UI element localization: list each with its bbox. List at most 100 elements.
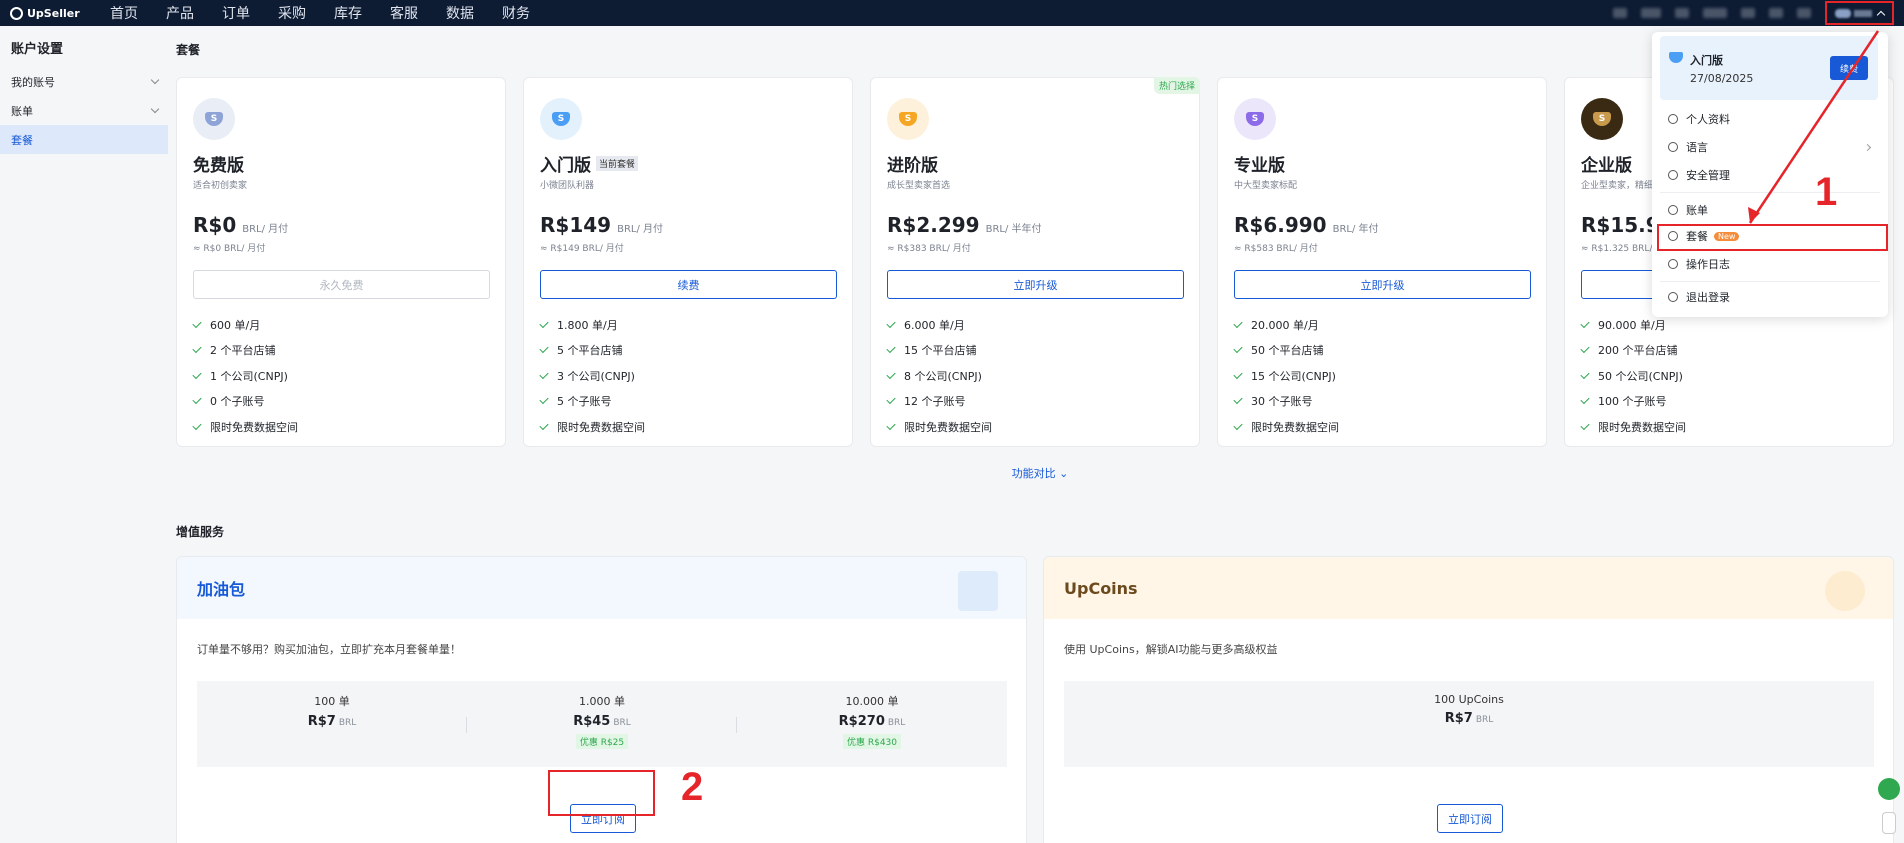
check-icon xyxy=(539,420,549,430)
tool-icon[interactable] xyxy=(1641,8,1661,18)
nav-item-home[interactable]: 首页 xyxy=(110,3,138,23)
feature-text: 90.000 单/月 xyxy=(1598,318,1666,332)
upcoins-subscribe-button[interactable]: 立即订阅 xyxy=(1437,804,1503,833)
nav-item-customer-service[interactable]: 客服 xyxy=(390,3,418,23)
nav-item-orders[interactable]: 订单 xyxy=(222,3,250,23)
feature-item: 20.000 单/月 xyxy=(1233,312,1339,338)
annotation-number-2: 2 xyxy=(681,765,704,809)
plan-price: R$2.299 BRL/ 半年付 xyxy=(887,213,1042,237)
diamond-icon xyxy=(1669,52,1683,63)
user-name-blurred xyxy=(1854,9,1872,17)
menu-divider xyxy=(1660,281,1880,282)
feature-text: 8 个公司(CNPJ) xyxy=(904,369,982,383)
tool-icon[interactable] xyxy=(1703,8,1727,18)
sidebar-item-plans[interactable]: 套餐 xyxy=(0,125,168,154)
check-icon xyxy=(539,369,549,379)
feature-text: 20.000 单/月 xyxy=(1251,318,1319,332)
check-icon xyxy=(1233,420,1243,430)
feature-compare-link[interactable]: 功能对比 ⌄ xyxy=(176,465,1904,481)
nav-item-finance[interactable]: 财务 xyxy=(502,3,530,23)
upgrade-button[interactable]: 立即升级 xyxy=(887,270,1184,299)
user-menu-button[interactable] xyxy=(1825,1,1894,25)
fuel-pack-options: 100 单 R$7 BRL 1.000 单 R$45 BRL 优惠 R$25 10.… xyxy=(197,681,1007,767)
renew-button[interactable]: 续费 xyxy=(540,270,837,299)
plan-approx-price: ≈ R$149 BRL/ 月付 xyxy=(540,244,624,254)
menu-item-label: 语言 xyxy=(1686,141,1708,154)
tool-icon[interactable] xyxy=(1613,8,1627,18)
tool-icon[interactable] xyxy=(1797,8,1811,18)
logout-icon xyxy=(1668,292,1678,302)
rocket-icon xyxy=(1825,571,1865,611)
top-navbar: UpSeller 首页 产品 订单 采购 库存 客服 数据 财务 xyxy=(0,0,1904,26)
feature-item: 0 个子账号 xyxy=(192,389,298,415)
sidebar-item-label: 套餐 xyxy=(11,133,33,147)
discount-badge: 优惠 R$430 xyxy=(842,734,902,749)
sidebar-title: 账户设置 xyxy=(11,42,64,57)
price-unit: BRL/ 月付 xyxy=(617,224,664,235)
feature-list: 600 单/月 2 个平台店铺 1 个公司(CNPJ) 0 个子账号 限时免费数… xyxy=(192,312,298,440)
check-icon xyxy=(192,344,202,354)
sidebar-item-label: 我的账号 xyxy=(11,75,55,89)
sidebar: 账户设置 我的账号 账单 套餐 xyxy=(0,26,168,843)
main-nav: 首页 产品 订单 采购 库存 客服 数据 财务 xyxy=(110,3,558,23)
search-float-icon[interactable] xyxy=(1878,778,1900,800)
plan-name: 进阶版 xyxy=(887,151,938,176)
menu-item-logout[interactable]: 退出登录 xyxy=(1660,284,1880,310)
feature-item: 3 个公司(CNPJ) xyxy=(539,363,645,389)
feature-text: 限时免费数据空间 xyxy=(1598,420,1686,434)
feature-item: 2 个平台店铺 xyxy=(192,338,298,364)
phone-icon[interactable] xyxy=(1882,812,1896,834)
check-icon xyxy=(539,344,549,354)
nav-item-purchasing[interactable]: 采购 xyxy=(278,3,306,23)
chevron-down-icon: ⌄ xyxy=(1059,467,1069,480)
feature-list: 90.000 单/月 200 个平台店铺 50 个公司(CNPJ) 100 个子… xyxy=(1580,312,1686,440)
diamond-icon: S xyxy=(1246,112,1264,126)
annotation-highlight-subscribe xyxy=(548,770,655,816)
feature-item: 50 个公司(CNPJ) xyxy=(1580,363,1686,389)
plan-name-text: 进阶版 xyxy=(887,156,938,176)
fuel-option[interactable]: 1.000 单 R$45 BRL 优惠 R$25 xyxy=(467,681,737,767)
sidebar-item-billing[interactable]: 账单 xyxy=(0,96,168,125)
fuel-option[interactable]: 100 单 R$7 BRL xyxy=(197,681,467,767)
upgrade-button[interactable]: 立即升级 xyxy=(1234,270,1531,299)
fuel-option[interactable]: 10.000 单 R$270 BRL 优惠 R$430 xyxy=(737,681,1007,767)
tool-icon[interactable] xyxy=(1769,8,1783,18)
currency: BRL xyxy=(338,718,357,728)
menu-item-operation-log[interactable]: 操作日志 xyxy=(1660,251,1880,277)
tool-icon[interactable] xyxy=(1741,8,1755,18)
option-qty: 100 UpCoins xyxy=(1434,693,1504,706)
plan-subtitle: 成长型卖家首选 xyxy=(887,181,951,191)
plan-icon: S xyxy=(193,98,235,140)
price-value: R$7 xyxy=(1444,711,1473,726)
feature-item: 5 个子账号 xyxy=(539,389,645,415)
user-icon xyxy=(1668,114,1678,124)
app-logo[interactable]: UpSeller xyxy=(10,6,110,20)
nav-item-data[interactable]: 数据 xyxy=(446,3,474,23)
nav-item-products[interactable]: 产品 xyxy=(166,3,194,23)
currency: BRL xyxy=(887,718,906,728)
price-value: R$7 xyxy=(307,714,336,729)
diamond-icon: S xyxy=(899,112,917,126)
plan-name: 专业版 xyxy=(1234,151,1285,176)
tool-icon[interactable] xyxy=(1675,8,1689,18)
plans-section-title: 套餐 xyxy=(176,43,201,57)
feature-item: 15 个平台店铺 xyxy=(886,338,992,364)
nav-item-inventory[interactable]: 库存 xyxy=(334,3,362,23)
plan-approx-price: ≈ R$583 BRL/ 月付 xyxy=(1234,244,1318,254)
hot-choice-badge: 热门选择 xyxy=(1153,77,1200,94)
check-icon xyxy=(1233,344,1243,354)
price-unit: BRL/ 半年付 xyxy=(985,224,1042,235)
feature-list: 1.800 单/月 5 个平台店铺 3 个公司(CNPJ) 5 个子账号 限时免… xyxy=(539,312,645,440)
sidebar-item-my-account[interactable]: 我的账号 xyxy=(0,67,168,96)
avatar xyxy=(1835,8,1851,18)
fuel-pack-desc: 订单量不够用？购买加油包，立即扩充本月套餐单量！ xyxy=(197,643,461,656)
feature-item: 12 个子账号 xyxy=(886,389,992,415)
feature-item: 限时免费数据空间 xyxy=(886,414,992,440)
price-value: R$45 xyxy=(573,714,611,729)
feature-text: 1.800 单/月 xyxy=(557,318,618,332)
feature-text: 50 个平台店铺 xyxy=(1251,344,1324,358)
bill-icon xyxy=(1668,205,1678,215)
plan-name-text: 专业版 xyxy=(1234,156,1285,176)
check-icon xyxy=(886,420,896,430)
upcoins-option[interactable]: 100 UpCoins R$7 BRL xyxy=(1064,681,1874,767)
